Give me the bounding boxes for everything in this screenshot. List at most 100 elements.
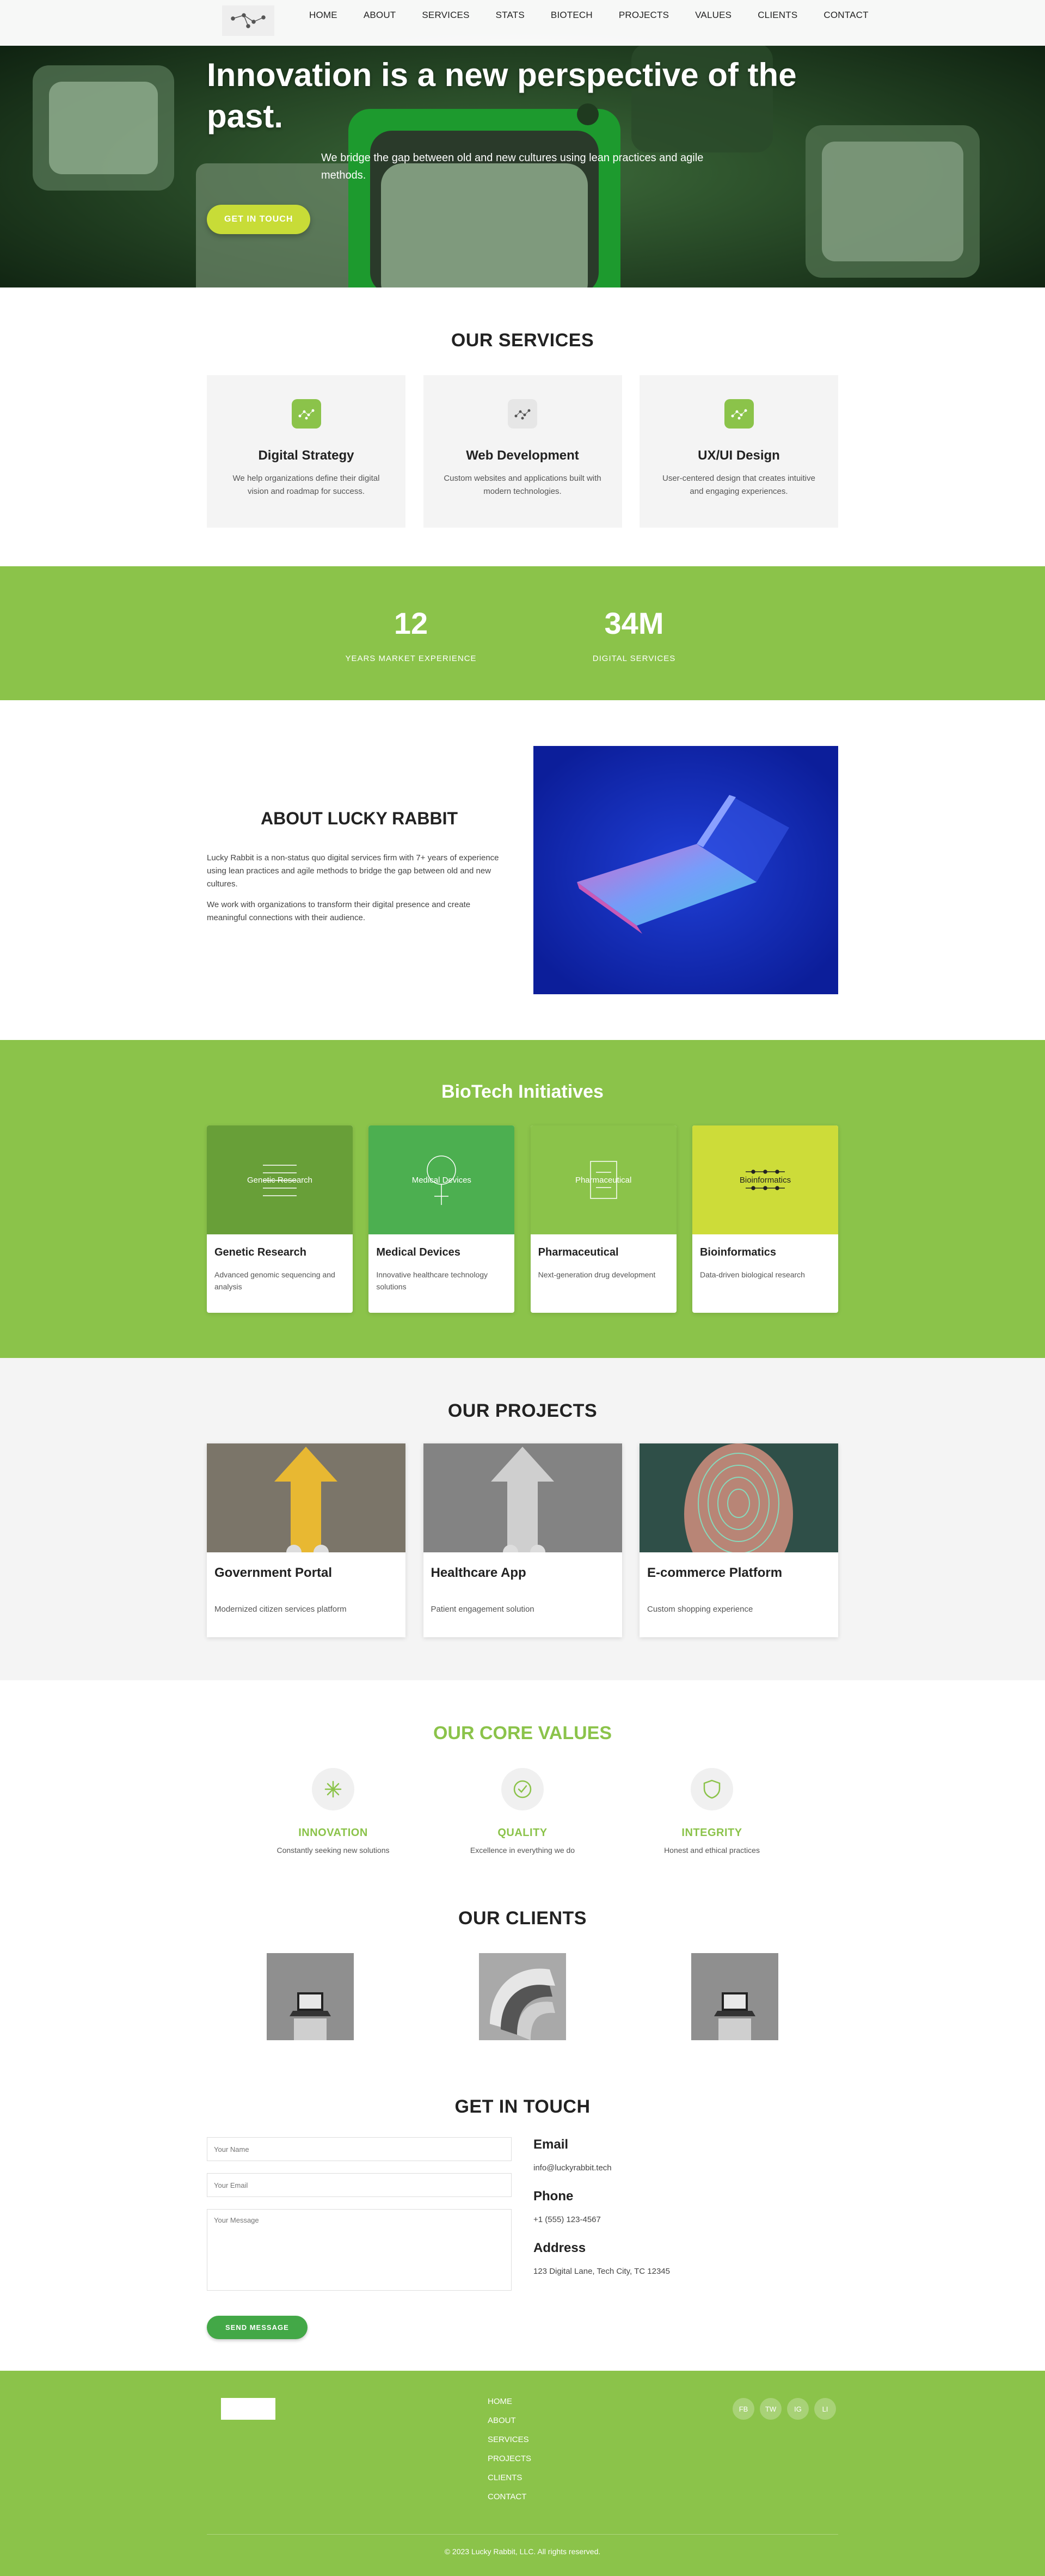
biotech-section: BioTech Initiatives Genetic Research Gen… <box>0 1040 1045 1358</box>
about-paragraph: Lucky Rabbit is a non-status quo digital… <box>207 853 499 889</box>
service-title: UX/UI Design <box>698 448 780 463</box>
biotech-card-desc: Next-generation drug development <box>538 1270 656 1279</box>
send-message-button[interactable]: SEND MESSAGE <box>207 2316 308 2339</box>
footer-link-about[interactable]: ABOUT <box>488 2416 531 2425</box>
clients-title: OUR CLIENTS <box>458 1908 587 1929</box>
address-value: 123 Digital Lane, Tech City, TC 12345 <box>533 2267 670 2276</box>
top-navbar: HOME ABOUT SERVICES STATS BIOTECH PROJEC… <box>0 0 1045 46</box>
values-section: OUR CORE VALUES INNOVATION Constantly se… <box>0 1680 1045 1887</box>
nav-about[interactable]: ABOUT <box>364 10 396 21</box>
project-title: E-commerce Platform <box>647 1565 783 1580</box>
service-card[interactable]: UX/UI Design User-centered design that c… <box>640 375 838 528</box>
footer-link-services[interactable]: SERVICES <box>488 2435 531 2444</box>
hero-subtitle: We bridge the gap between old and new cu… <box>321 152 704 181</box>
twitter-icon[interactable]: TW <box>760 2398 782 2420</box>
value-item: INNOVATION Constantly seeking new soluti… <box>238 1768 428 1855</box>
logo[interactable] <box>222 5 274 36</box>
footer: HOME ABOUT SERVICES PROJECTS CLIENTS CON… <box>0 2371 1045 2576</box>
footer-link-projects[interactable]: PROJECTS <box>488 2454 531 2463</box>
project-title: Government Portal <box>214 1565 333 1580</box>
hero-content: Innovation is a new perspective of the p… <box>207 54 838 234</box>
contact-section: GET IN TOUCH SEND MESSAGE Email info@luc… <box>0 2082 1045 2371</box>
nav-home[interactable]: HOME <box>309 10 337 21</box>
nav-clients[interactable]: CLIENTS <box>758 10 797 21</box>
biotech-card[interactable]: Bioinformatics Bioinformatics Data-drive… <box>692 1125 838 1313</box>
footer-logo[interactable] <box>221 2398 275 2420</box>
email-field[interactable] <box>207 2173 512 2197</box>
nav-stats[interactable]: STATS <box>496 10 525 21</box>
biotech-image-label: Genetic Research <box>247 1175 313 1185</box>
service-card[interactable]: Digital Strategy We help organizations d… <box>207 375 405 528</box>
stat-years: 12 YEARS MARKET EXPERIENCE <box>332 605 490 700</box>
client-logo-laptop[interactable] <box>267 1953 354 2040</box>
check-circle-icon <box>501 1768 544 1810</box>
service-desc: We help organizations define their digit… <box>232 474 380 496</box>
client-logo-laptop[interactable] <box>691 1953 778 2040</box>
facebook-icon[interactable]: FB <box>733 2398 754 2420</box>
about-text: ABOUT LUCKY RABBIT Lucky Rabbit is a non… <box>207 809 512 932</box>
message-field[interactable] <box>207 2209 512 2291</box>
biotech-title: BioTech Initiatives <box>441 1081 604 1102</box>
project-desc: Custom shopping experience <box>647 1605 753 1614</box>
stat-label: DIGITAL SERVICES <box>592 654 676 663</box>
biotech-image-label: Pharmaceutical <box>575 1175 632 1185</box>
about-section: ABOUT LUCKY RABBIT Lucky Rabbit is a non… <box>0 700 1045 1040</box>
value-item: INTEGRITY Honest and ethical practices <box>617 1768 807 1855</box>
service-title: Web Development <box>466 448 579 463</box>
network-icon <box>724 399 754 429</box>
value-desc: Constantly seeking new solutions <box>276 1846 390 1855</box>
instagram-icon[interactable]: IG <box>787 2398 809 2420</box>
value-desc: Honest and ethical practices <box>664 1846 760 1855</box>
footer-link-home[interactable]: HOME <box>488 2397 531 2406</box>
biotech-card[interactable]: Genetic Research Genetic Research Advanc… <box>207 1125 353 1313</box>
value-item: QUALITY Excellence in everything we do <box>428 1768 617 1855</box>
project-card[interactable]: Healthcare App Patient engagement soluti… <box>423 1443 622 1637</box>
biotech-card-desc: Innovative healthcare technology solutio… <box>376 1270 488 1291</box>
network-icon <box>508 399 537 429</box>
laptop-image <box>533 746 838 994</box>
projects-section: OUR PROJECTS Government Portal Modernize… <box>0 1358 1045 1680</box>
services-title: OUR SERVICES <box>451 330 594 351</box>
network-icon <box>291 399 321 429</box>
stat-services: 34M DIGITAL SERVICES <box>555 605 713 700</box>
name-field[interactable] <box>207 2137 512 2161</box>
linkedin-icon[interactable]: LI <box>814 2398 836 2420</box>
copyright: © 2023 Lucky Rabbit, LLC. All rights res… <box>444 2547 601 2556</box>
value-title: QUALITY <box>497 1827 548 1839</box>
service-card[interactable]: Web Development Custom websites and appl… <box>423 375 622 528</box>
biotech-card[interactable]: Pharmaceutical Pharmaceutical Next-gener… <box>530 1125 677 1313</box>
arrow-road-image <box>423 1443 622 1552</box>
stat-value: 34M <box>604 606 664 640</box>
service-desc: Custom websites and applications built w… <box>444 474 601 496</box>
biotech-image-label: Medical Devices <box>411 1175 471 1185</box>
footer-link-clients[interactable]: CLIENTS <box>488 2473 531 2482</box>
email-value[interactable]: info@luckyrabbit.tech <box>533 2163 838 2173</box>
stats-section: 12 YEARS MARKET EXPERIENCE 34M DIGITAL S… <box>0 566 1045 700</box>
medical-device-icon: Medical Devices <box>368 1125 515 1234</box>
footer-links: HOME ABOUT SERVICES PROJECTS CLIENTS CON… <box>488 2397 531 2511</box>
projects-title: OUR PROJECTS <box>447 1400 598 1421</box>
nav-services[interactable]: SERVICES <box>422 10 469 21</box>
nav-links: HOME ABOUT SERVICES STATS BIOTECH PROJEC… <box>309 10 895 21</box>
nav-projects[interactable]: PROJECTS <box>619 10 669 21</box>
project-card[interactable]: Government Portal Modernized citizen ser… <box>207 1443 405 1637</box>
nav-values[interactable]: VALUES <box>695 10 732 21</box>
biotech-card[interactable]: Medical Devices Medical Devices Innovati… <box>368 1125 515 1313</box>
email-label: Email <box>533 2137 569 2152</box>
footer-link-contact[interactable]: CONTACT <box>488 2492 531 2501</box>
about-title: ABOUT LUCKY RABBIT <box>260 808 458 828</box>
project-card[interactable]: E-commerce Platform Custom shopping expe… <box>640 1443 838 1637</box>
nav-contact[interactable]: CONTACT <box>823 10 868 21</box>
project-title: Healthcare App <box>431 1565 526 1580</box>
phone-value[interactable]: +1 (555) 123-4567 <box>533 2215 838 2224</box>
get-in-touch-button[interactable]: GET IN TOUCH <box>207 205 311 234</box>
value-title: INTEGRITY <box>681 1827 742 1839</box>
biotech-image-label: Bioinformatics <box>739 1175 791 1185</box>
biotech-card-title: Medical Devices <box>376 1246 460 1258</box>
about-paragraph: We work with organizations to transform … <box>207 900 471 922</box>
shield-icon <box>691 1768 733 1810</box>
biotech-card-title: Genetic Research <box>214 1246 306 1258</box>
address-label: Address <box>533 2241 586 2255</box>
client-logo-sculpture[interactable] <box>479 1953 566 2040</box>
nav-biotech[interactable]: BIOTECH <box>551 10 593 21</box>
